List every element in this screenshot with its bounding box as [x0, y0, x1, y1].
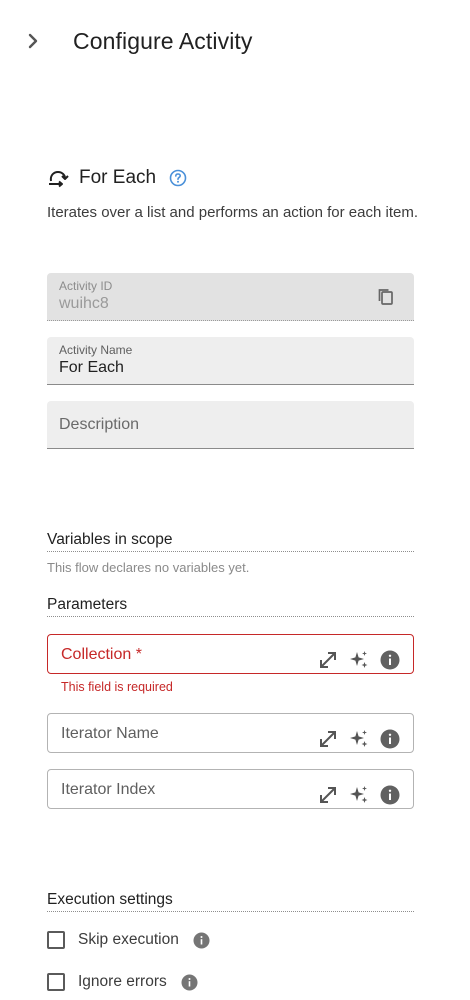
activity-name-field[interactable]: Activity Name For Each [47, 337, 414, 385]
iterator-name-field[interactable]: Iterator Name [47, 713, 414, 753]
sparkle-icon[interactable] [348, 649, 370, 671]
page-title: Configure Activity [73, 28, 253, 54]
collection-label: Collection * [61, 646, 142, 663]
help-circle-icon[interactable] [169, 169, 187, 187]
info-icon[interactable] [193, 932, 210, 949]
activity-description: Iterates over a list and performs an act… [47, 204, 419, 221]
info-icon[interactable] [379, 649, 401, 671]
collection-error-text: This field is required [61, 680, 173, 694]
info-icon[interactable] [379, 784, 401, 806]
skip-execution-checkbox[interactable] [47, 931, 65, 949]
execution-section-title: Execution settings [47, 891, 414, 912]
sparkle-icon[interactable] [348, 728, 370, 750]
chevron-right-icon[interactable] [22, 30, 44, 52]
description-placeholder: Description [59, 416, 140, 433]
iterator-index-field[interactable]: Iterator Index [47, 769, 414, 809]
activity-id-field: Activity ID wuihc8 [47, 273, 414, 321]
iterator-index-label: Iterator Index [61, 781, 156, 798]
panel-header: Configure Activity [0, 0, 470, 86]
activity-type-label: For Each [79, 167, 157, 188]
description-field[interactable]: Description [47, 401, 414, 449]
activity-heading: For Each [47, 165, 187, 191]
activity-id-label: Activity ID [59, 279, 113, 293]
expand-icon[interactable] [317, 728, 339, 750]
activity-name-label: Activity Name [59, 343, 133, 357]
expand-icon[interactable] [317, 784, 339, 806]
ignore-errors-label[interactable]: Ignore errors [78, 973, 167, 991]
iterator-name-label: Iterator Name [61, 725, 159, 742]
skip-execution-option[interactable]: Skip execution [47, 931, 210, 949]
skip-execution-label[interactable]: Skip execution [78, 931, 179, 949]
variables-section-title: Variables in scope [47, 531, 414, 552]
expand-icon[interactable] [317, 649, 339, 671]
info-icon[interactable] [181, 974, 198, 991]
collection-field[interactable]: Collection * [47, 634, 414, 674]
activity-id-value: wuihc8 [59, 295, 109, 312]
variables-empty-text: This flow declares no variables yet. [47, 560, 250, 575]
activity-name-value[interactable]: For Each [59, 359, 124, 377]
parameters-section-title: Parameters [47, 596, 414, 617]
loop-arrow-icon [47, 167, 69, 189]
copy-icon[interactable] [376, 287, 396, 307]
sparkle-icon[interactable] [348, 784, 370, 806]
ignore-errors-option[interactable]: Ignore errors [47, 973, 198, 991]
info-icon[interactable] [379, 728, 401, 750]
ignore-errors-checkbox[interactable] [47, 973, 65, 991]
